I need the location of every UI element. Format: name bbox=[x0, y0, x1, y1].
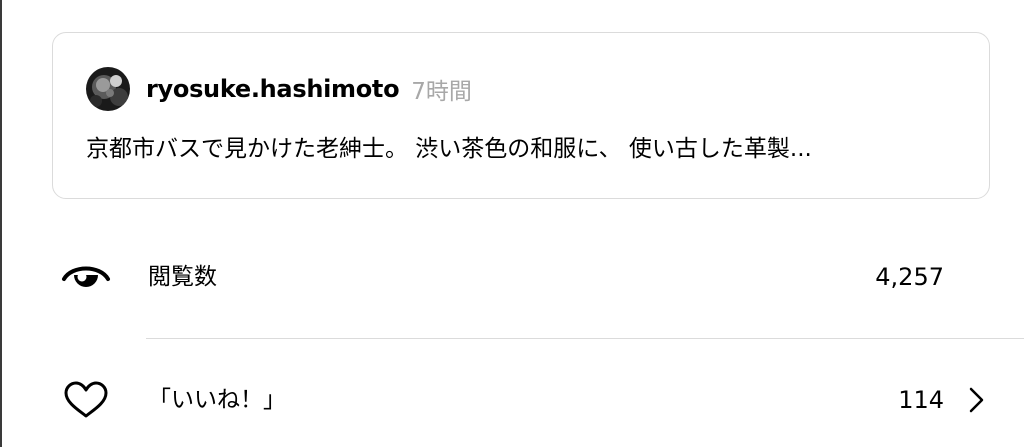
post-timestamp: 7時間 bbox=[411, 79, 472, 105]
post-preview-card[interactable]: ryosuke.hashimoto 7時間 京都市バスで見かけた老紳士。 渋い茶… bbox=[52, 32, 990, 199]
post-header: ryosuke.hashimoto 7時間 bbox=[86, 67, 472, 111]
post-insights-page: ryosuke.hashimoto 7時間 京都市バスで見かけた老紳士。 渋い茶… bbox=[0, 0, 1024, 447]
views-label: 閲覧数 bbox=[148, 264, 217, 290]
stats-divider bbox=[146, 338, 1024, 339]
avatar[interactable] bbox=[86, 67, 130, 111]
likes-label: 「いいね！」 bbox=[148, 387, 286, 413]
post-username[interactable]: ryosuke.hashimoto bbox=[146, 75, 400, 103]
heart-icon bbox=[60, 378, 112, 422]
likes-count: 114 bbox=[898, 386, 944, 414]
views-count: 4,257 bbox=[875, 263, 944, 291]
stat-row-views: 閲覧数 4,257 bbox=[0, 247, 1024, 307]
avatar-image bbox=[86, 67, 130, 111]
stat-row-likes[interactable]: 「いいね！」 114 bbox=[0, 370, 1024, 430]
post-caption: 京都市バスで見かけた老紳士。 渋い茶色の和服に、 使い古した革製... bbox=[86, 136, 812, 162]
chevron-right-icon[interactable] bbox=[962, 384, 990, 416]
eye-icon bbox=[60, 255, 112, 299]
